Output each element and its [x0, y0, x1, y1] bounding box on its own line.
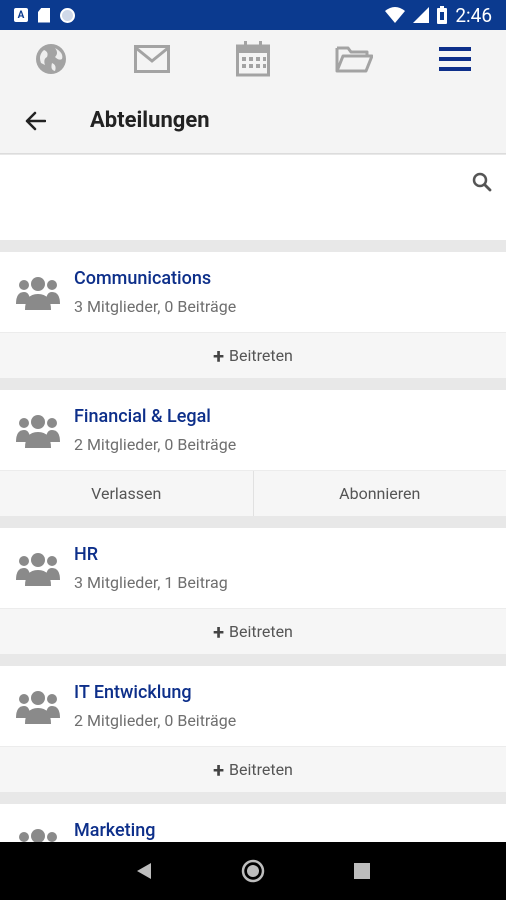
join-button[interactable]: + Beitreten — [0, 747, 506, 792]
department-card: IT Entwicklung 2 Mitglieder, 0 Beiträge … — [0, 666, 506, 792]
circle-home-icon — [241, 859, 265, 883]
mail-icon[interactable] — [127, 34, 177, 84]
department-name: Financial & Legal — [74, 406, 211, 427]
nav-recents-button[interactable] — [342, 851, 382, 891]
card-actions: + Beitreten — [0, 332, 506, 378]
android-nav-bar — [0, 842, 506, 900]
sync-icon — [60, 7, 75, 23]
nav-back-button[interactable] — [124, 851, 164, 891]
status-bar: A 2:46 — [0, 0, 506, 30]
folder-icon[interactable] — [329, 34, 379, 84]
calendar-icon[interactable] — [228, 34, 278, 84]
department-card: Financial & Legal 2 Mitglieder, 0 Beiträ… — [0, 390, 506, 516]
wifi-icon — [385, 7, 406, 23]
search-icon — [472, 172, 492, 192]
department-link[interactable]: IT Entwicklung 2 Mitglieder, 0 Beiträge — [0, 666, 506, 746]
group-icon — [16, 415, 60, 448]
triangle-back-icon — [137, 863, 152, 879]
department-meta: 2 Mitglieder, 0 Beiträge — [74, 435, 237, 454]
search-input[interactable] — [12, 163, 462, 203]
join-label: Beitreten — [229, 346, 293, 365]
clock: 2:46 — [455, 3, 492, 27]
group-icon — [16, 277, 60, 310]
search-panel — [0, 155, 506, 240]
signal-icon — [413, 7, 430, 23]
leave-button[interactable]: Verlassen — [0, 471, 253, 516]
sd-card-icon — [38, 7, 50, 23]
back-button[interactable] — [0, 88, 70, 154]
department-link[interactable]: Communications 3 Mitglieder, 0 Beiträge — [0, 252, 506, 332]
department-name: Communications — [74, 268, 212, 289]
subscribe-button[interactable]: Abonnieren — [252, 471, 506, 516]
globe-icon[interactable] — [26, 34, 76, 84]
card-actions: + Beitreten — [0, 746, 506, 792]
group-icon — [16, 691, 60, 724]
department-card: Communications 3 Mitglieder, 0 Beiträge … — [0, 252, 506, 378]
join-button[interactable]: + Beitreten — [0, 609, 506, 654]
square-recents-icon — [353, 863, 370, 879]
plus-icon: + — [213, 619, 224, 644]
department-list: Communications 3 Mitglieder, 0 Beiträge … — [0, 252, 506, 896]
plus-icon: + — [213, 343, 224, 368]
card-actions: Verlassen Abonnieren — [0, 470, 506, 516]
department-meta: 2 Mitglieder, 0 Beiträge — [74, 711, 237, 730]
top-navigation — [0, 30, 506, 88]
notification-a-icon: A — [14, 8, 28, 22]
page-header: Abteilungen — [0, 88, 506, 154]
join-label: Beitreten — [229, 760, 293, 779]
department-link[interactable]: Financial & Legal 2 Mitglieder, 0 Beiträ… — [0, 390, 506, 470]
battery-icon — [437, 6, 448, 24]
department-meta: 3 Mitglieder, 0 Beiträge — [74, 297, 237, 316]
department-name: IT Entwicklung — [74, 682, 192, 703]
page-title: Abteilungen — [90, 108, 210, 133]
card-actions: + Beitreten — [0, 608, 506, 654]
join-button[interactable]: + Beitreten — [0, 333, 506, 378]
department-link[interactable]: HR 3 Mitglieder, 1 Beitrag — [0, 528, 506, 608]
arrow-left-icon — [25, 111, 46, 130]
department-name: Marketing — [74, 820, 156, 841]
department-name: HR — [74, 544, 99, 565]
department-meta: 3 Mitglieder, 1 Beitrag — [74, 573, 228, 592]
group-icon — [16, 553, 60, 586]
plus-icon: + — [213, 757, 224, 782]
join-label: Beitreten — [229, 622, 293, 641]
menu-icon[interactable] — [430, 34, 480, 84]
department-card: HR 3 Mitglieder, 1 Beitrag + Beitreten — [0, 528, 506, 654]
nav-home-button[interactable] — [233, 851, 273, 891]
search-button[interactable] — [466, 166, 498, 198]
